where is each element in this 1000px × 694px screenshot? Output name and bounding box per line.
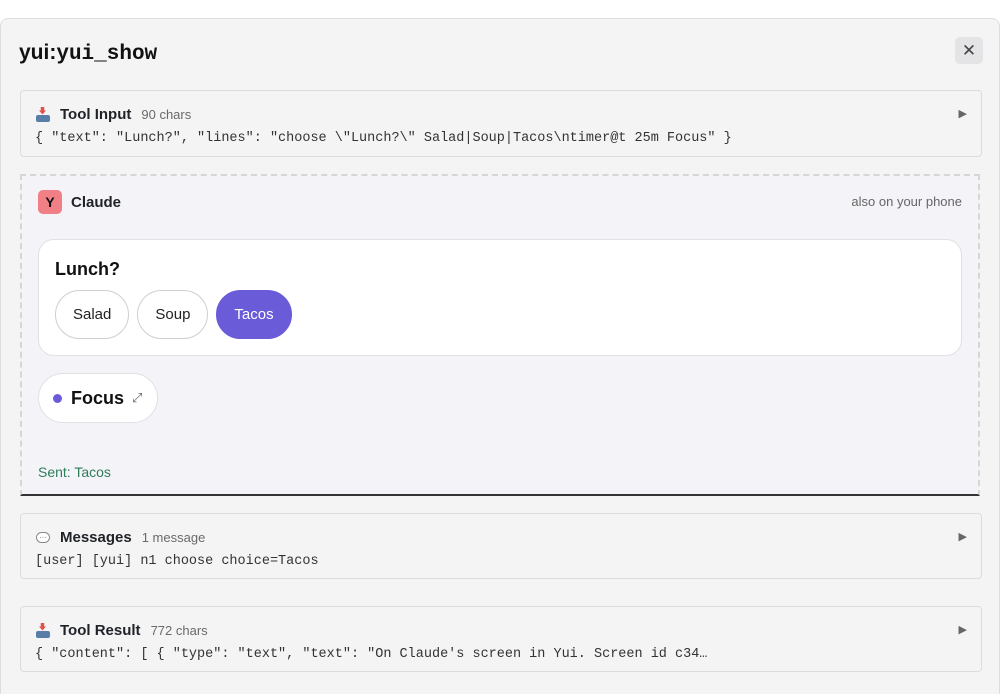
- choice-card: Lunch? Salad Soup Tacos: [38, 239, 962, 356]
- timer-label: Focus: [71, 387, 125, 408]
- expand-icon[interactable]: ⤢: [132, 390, 142, 406]
- page-title: yui:yui_show: [19, 41, 157, 66]
- expand-toggle-icon[interactable]: ▶: [959, 107, 967, 120]
- close-button[interactable]: ✕: [955, 37, 983, 64]
- avatar: Y: [38, 190, 62, 214]
- title-prefix: yui:: [19, 41, 57, 64]
- inbox-tray-icon: [35, 622, 51, 639]
- choice-option-soup[interactable]: Soup: [137, 290, 209, 339]
- speech-bubble-icon: ···: [35, 530, 51, 546]
- sent-status: Sent: Tacos: [38, 464, 111, 480]
- expand-toggle-icon[interactable]: ▶: [959, 530, 967, 543]
- yui-header: Y Claude: [38, 190, 121, 214]
- timer-pill[interactable]: Focus ⤢: [38, 373, 158, 423]
- phone-note: also on your phone: [851, 194, 962, 209]
- tool-input-meta: 90 chars: [141, 107, 192, 122]
- tool-input-section[interactable]: Tool Input 90 chars ▶ { "text": "Lunch?"…: [20, 90, 982, 157]
- messages-body: [user] [yui] n1 choose choice=Tacos: [35, 554, 319, 569]
- choice-option-tacos[interactable]: Tacos: [216, 290, 292, 339]
- timer-status-dot: [53, 393, 62, 403]
- choice-question: Lunch?: [55, 259, 120, 279]
- close-icon: ✕: [961, 40, 977, 60]
- choice-options: Salad Soup Tacos: [55, 290, 292, 339]
- tool-input-title: Tool Input: [60, 106, 132, 123]
- tool-input-body: { "text": "Lunch?", "lines": "choose \"L…: [35, 131, 732, 146]
- agent-name: Claude: [71, 193, 122, 211]
- choice-option-salad[interactable]: Salad: [55, 290, 130, 339]
- messages-title: Messages: [60, 529, 132, 546]
- inbox-tray-icon: [35, 106, 51, 123]
- expand-toggle-icon[interactable]: ▶: [959, 623, 967, 636]
- yui-screen: Y Claude also on your phone Lunch? Salad…: [20, 174, 980, 496]
- tool-result-body: { "content": [ { "type": "text", "text":…: [35, 647, 708, 662]
- tool-result-meta: 772 chars: [150, 623, 208, 638]
- messages-meta: 1 message: [141, 530, 206, 545]
- title-tool-name: yui_show: [56, 43, 158, 66]
- tool-result-section[interactable]: Tool Result 772 chars ▶ { "content": [ {…: [20, 606, 982, 672]
- tool-result-title: Tool Result: [60, 622, 141, 639]
- messages-section[interactable]: ··· Messages 1 message ▶ [user] [yui] n1…: [20, 513, 982, 579]
